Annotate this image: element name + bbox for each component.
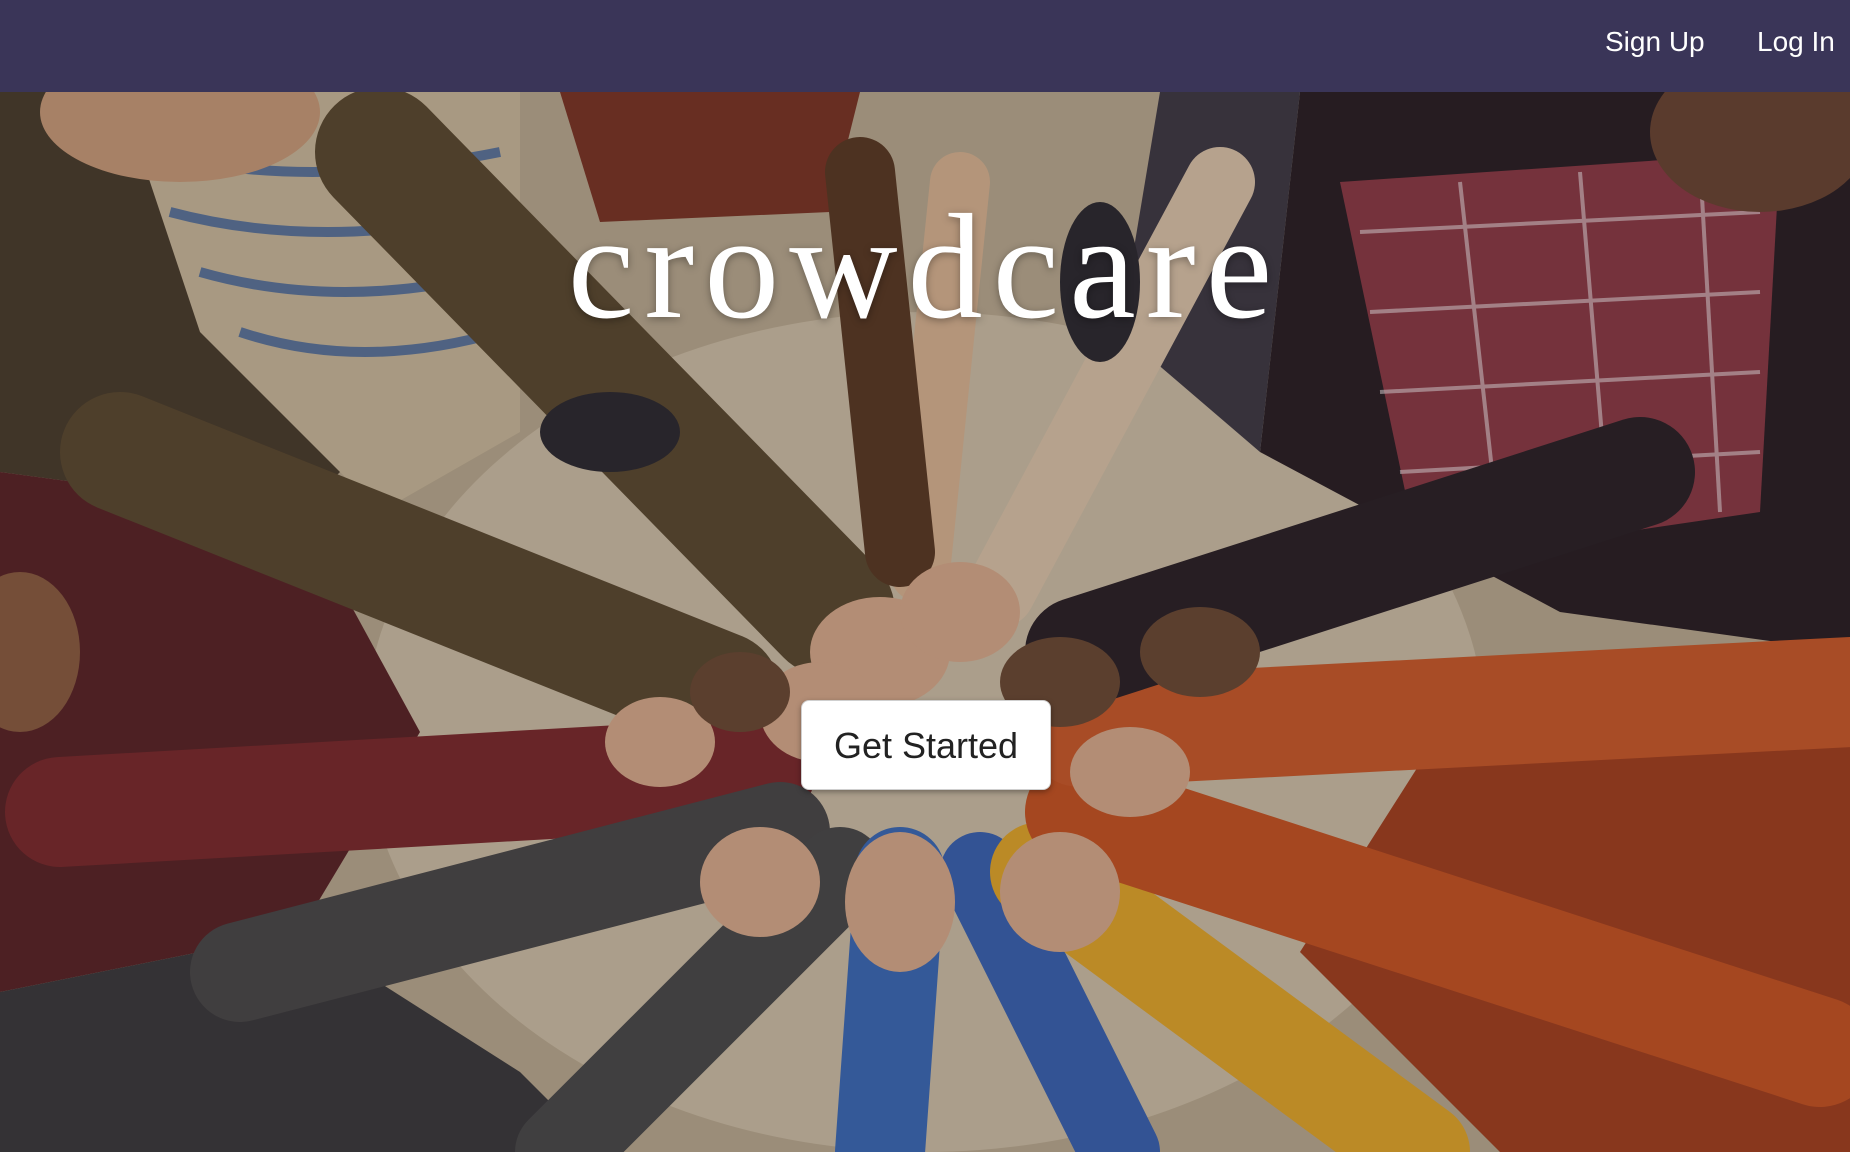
brand-title: crowdcare [567,184,1283,350]
get-started-button[interactable]: Get Started [801,700,1051,790]
log-in-link[interactable]: Log In [1757,22,1835,62]
sign-up-link[interactable]: Sign Up [1605,22,1705,62]
top-navbar: Sign Up Log In [0,0,1850,92]
hero-section: crowdcare Get Started [0,92,1850,1152]
